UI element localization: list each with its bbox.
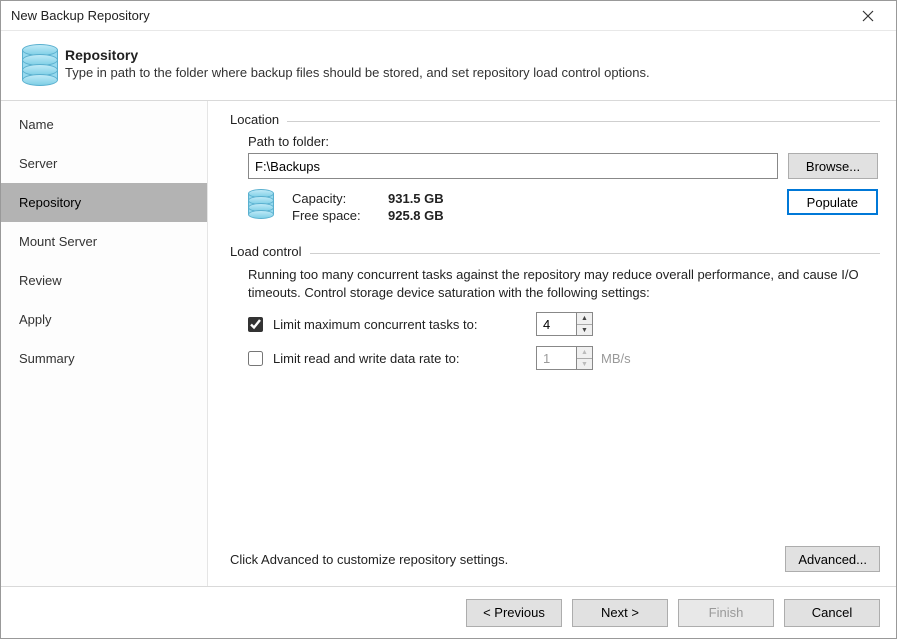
capacity-stats: Capacity: 931.5 GB Free space: 925.8 GB: [292, 189, 444, 225]
populate-button[interactable]: Populate: [787, 189, 878, 215]
window-title: New Backup Repository: [11, 8, 848, 23]
spin-up-icon[interactable]: ▲: [577, 347, 592, 359]
path-label: Path to folder:: [248, 134, 878, 149]
finish-button[interactable]: Finish: [678, 599, 774, 627]
limit-tasks-label: Limit maximum concurrent tasks to:: [273, 317, 528, 332]
location-group: Location Path to folder: Browse...: [230, 121, 880, 231]
disk-icon: [248, 189, 274, 219]
wizard-footer: < Previous Next > Finish Cancel: [1, 586, 896, 638]
cancel-button[interactable]: Cancel: [784, 599, 880, 627]
load-control-legend: Load control: [230, 244, 310, 259]
advanced-button[interactable]: Advanced...: [785, 546, 880, 572]
free-space-value: 925.8 GB: [388, 208, 444, 223]
advanced-hint: Click Advanced to customize repository s…: [230, 552, 508, 567]
close-icon[interactable]: [848, 2, 888, 30]
sidebar-item-summary[interactable]: Summary: [1, 339, 207, 378]
capacity-value: 931.5 GB: [388, 191, 444, 206]
wizard-header: Repository Type in path to the folder wh…: [1, 31, 896, 101]
limit-rate-label: Limit read and write data rate to:: [273, 351, 528, 366]
sidebar-item-mount-server[interactable]: Mount Server: [1, 222, 207, 261]
limit-rate-spinner[interactable]: ▲ ▼: [536, 346, 593, 370]
capacity-label: Capacity:: [292, 191, 382, 206]
title-bar: New Backup Repository: [1, 1, 896, 31]
sidebar-item-apply[interactable]: Apply: [1, 300, 207, 339]
spin-down-icon[interactable]: ▼: [577, 359, 592, 370]
header-title: Repository: [65, 47, 650, 63]
header-subtitle: Type in path to the folder where backup …: [65, 65, 650, 80]
limit-rate-value[interactable]: [536, 346, 576, 370]
previous-button[interactable]: < Previous: [466, 599, 562, 627]
spin-down-icon[interactable]: ▼: [577, 325, 592, 336]
next-button[interactable]: Next >: [572, 599, 668, 627]
load-control-group: Load control Running too many concurrent…: [230, 253, 880, 376]
location-legend: Location: [230, 112, 287, 127]
free-space-label: Free space:: [292, 208, 382, 223]
sidebar-item-server[interactable]: Server: [1, 144, 207, 183]
limit-tasks-value[interactable]: [536, 312, 576, 336]
limit-rate-checkbox[interactable]: [248, 351, 263, 366]
sidebar-item-repository[interactable]: Repository: [1, 183, 207, 222]
spin-up-icon[interactable]: ▲: [577, 313, 592, 325]
path-input[interactable]: [248, 153, 778, 179]
limit-tasks-spinner[interactable]: ▲ ▼: [536, 312, 593, 336]
load-control-description: Running too many concurrent tasks agains…: [248, 266, 878, 302]
repository-icon: [15, 44, 65, 84]
wizard-steps-sidebar: Name Server Repository Mount Server Revi…: [1, 101, 208, 586]
limit-tasks-checkbox[interactable]: [248, 317, 263, 332]
sidebar-item-review[interactable]: Review: [1, 261, 207, 300]
sidebar-item-name[interactable]: Name: [1, 105, 207, 144]
rate-unit: MB/s: [601, 351, 631, 366]
browse-button[interactable]: Browse...: [788, 153, 878, 179]
